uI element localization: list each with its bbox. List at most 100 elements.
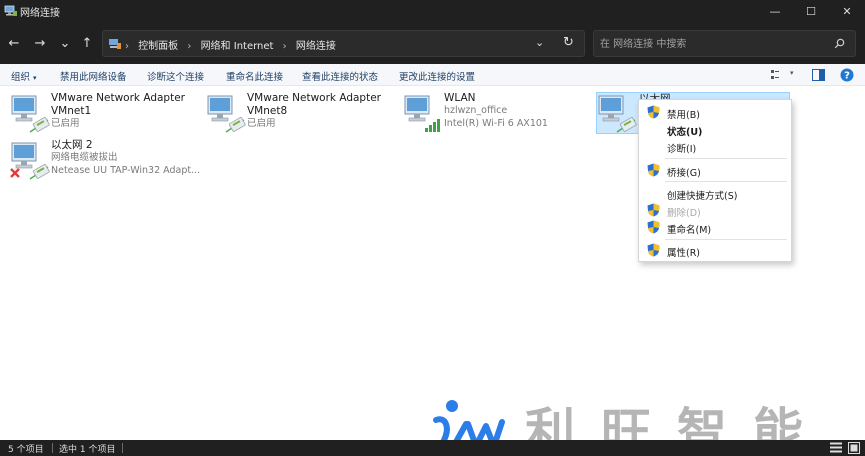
breadcrumb-separator-icon: › — [125, 41, 129, 52]
help-icon[interactable]: ? — [840, 68, 854, 82]
status-separator — [122, 443, 123, 453]
adapter-name-2: VMnet8 — [247, 105, 288, 117]
wifi-adapter-icon — [404, 95, 440, 132]
large-icons-view-icon[interactable] — [848, 442, 860, 454]
wifi-bar — [429, 125, 432, 132]
adapter-name: WLAN — [444, 92, 476, 104]
menu-item-diagnose[interactable]: 诊断(I) — [639, 138, 791, 155]
breadcrumb-network-internet[interactable]: 网络和 Internet — [201, 41, 274, 52]
breadcrumb-separator-icon: › — [282, 41, 287, 52]
breadcrumb-network-connections[interactable]: 网络连接 — [296, 41, 336, 52]
status-bar: 5 个项目 选中 1 个项目 — [0, 440, 865, 456]
menu-item-label: 创建快捷方式(S) — [667, 191, 738, 202]
uac-shield-icon — [647, 220, 660, 234]
context-menu: 禁用(B) 状态(U) 诊断(I) 桥接(G) 创建快捷方式(S) 删除(D) … — [638, 99, 792, 262]
error-x-icon — [10, 168, 20, 178]
menu-item-label: 禁用(B) — [667, 110, 700, 121]
selected-count: 选中 1 个项目 — [59, 445, 116, 455]
adapter-status: 网络电缆被拔出 — [51, 152, 118, 163]
menu-divider — [665, 181, 787, 182]
command-bar: 组织 ▾ 禁用此网络设备 诊断这个连接 重命名此连接 查看此连接的状态 更改此连… — [0, 64, 865, 86]
menu-item-delete: 删除(D) — [639, 202, 791, 219]
adapter-device: Intel(R) Wi-Fi 6 AX101 — [444, 117, 548, 129]
adapter-text: VMware Network Adapter VMnet1 已启用 — [51, 92, 185, 131]
diagnose-command[interactable]: 诊断这个连接 — [147, 69, 204, 83]
menu-item-bridge[interactable]: 桥接(G) — [639, 162, 791, 179]
adapter-text: 以太网 2 网络电缆被拔出 Netease UU TAP-Win32 Adapt… — [51, 139, 200, 177]
menu-item-label: 诊断(I) — [667, 144, 697, 155]
view-status-command[interactable]: 查看此连接的状态 — [302, 69, 378, 83]
search-input[interactable] — [600, 36, 820, 52]
menu-item-disable[interactable]: 禁用(B) — [639, 104, 791, 121]
address-dropdown-button[interactable]: ⌄ — [535, 36, 544, 49]
chevron-down-icon: ⌄ — [59, 35, 71, 51]
ethernet-adapter-icon — [207, 95, 246, 133]
disconnected-adapter-icon — [10, 142, 50, 180]
adapter-wlan[interactable]: WLAN hzlwzn_office Intel(R) Wi-Fi 6 AX10… — [403, 92, 593, 136]
organize-menu[interactable]: 组织 ▾ — [11, 69, 37, 83]
change-settings-command[interactable]: 更改此连接的设置 — [399, 69, 475, 83]
uac-shield-icon — [647, 163, 660, 177]
ethernet-adapter-icon — [11, 95, 50, 133]
adapter-network: hzlwzn_office — [444, 105, 508, 116]
breadcrumb-control-panel[interactable]: 控制面板 — [138, 41, 178, 52]
arrow-right-icon: → — [34, 35, 46, 51]
menu-item-properties[interactable]: 属性(R) — [639, 242, 791, 259]
adapter-name: VMware Network Adapter — [51, 92, 185, 104]
uac-shield-icon — [647, 243, 660, 257]
uac-shield-icon — [647, 105, 660, 119]
wifi-bar — [425, 128, 428, 132]
minimize-icon: — — [769, 4, 781, 18]
disable-device-command[interactable]: 禁用此网络设备 — [60, 69, 127, 83]
menu-item-rename[interactable]: 重命名(M) — [639, 219, 791, 236]
view-options-icon[interactable] — [771, 70, 783, 80]
status-separator — [52, 443, 53, 453]
search-box[interactable] — [593, 30, 856, 57]
preview-pane-icon[interactable] — [812, 69, 825, 81]
caret-down-icon: ▾ — [33, 74, 37, 82]
up-button[interactable]: ↑ — [76, 32, 98, 54]
menu-item-create-shortcut[interactable]: 创建快捷方式(S) — [639, 185, 791, 202]
refresh-button[interactable]: ↻ — [563, 35, 574, 50]
organize-label: 组织 — [11, 72, 31, 83]
menu-item-label: 属性(R) — [667, 248, 701, 259]
arrow-left-icon: ← — [8, 35, 20, 51]
adapter-text: WLAN hzlwzn_office Intel(R) Wi-Fi 6 AX10… — [444, 92, 548, 130]
menu-item-label: 桥接(G) — [667, 168, 701, 179]
minimize-button[interactable]: — — [757, 0, 793, 22]
title-bar: 网络连接 — ☐ ✕ — [0, 0, 865, 22]
adapter-name: VMware Network Adapter — [247, 92, 381, 104]
ethernet-adapter-icon — [598, 95, 637, 133]
adapter-name-2: VMnet1 — [51, 105, 92, 117]
address-bar[interactable]: › 控制面板 › 网络和 Internet › 网络连接 ⌄ ↻ — [102, 30, 585, 57]
uac-shield-icon — [647, 203, 660, 217]
recent-locations-button[interactable]: ⌄ — [54, 32, 76, 54]
item-count: 5 个项目 — [8, 445, 44, 455]
forward-button[interactable]: → — [29, 32, 51, 54]
close-button[interactable]: ✕ — [829, 0, 865, 22]
menu-divider — [665, 239, 787, 240]
navigation-bar: ← → ⌄ ↑ › 控制面板 › 网络和 Internet › 网络连接 ⌄ ↻ — [0, 22, 865, 64]
adapter-ethernet-2[interactable]: 以太网 2 网络电缆被拔出 Netease UU TAP-Win32 Adapt… — [10, 139, 210, 183]
menu-item-status[interactable]: 状态(U) — [639, 121, 791, 138]
window-title: 网络连接 — [20, 8, 60, 19]
back-button[interactable]: ← — [3, 32, 25, 54]
wifi-bar — [437, 119, 440, 132]
maximize-icon: ☐ — [806, 4, 816, 18]
adapter-status: 已启用 — [247, 118, 276, 129]
breadcrumb-separator-icon: › — [187, 41, 192, 52]
adapter-text: VMware Network Adapter VMnet8 已启用 — [247, 92, 381, 131]
control-panel-icon — [109, 39, 121, 49]
view-dropdown-icon[interactable]: ▾ — [790, 69, 794, 77]
adapter-vmnet1[interactable]: VMware Network Adapter VMnet1 已启用 — [10, 92, 200, 136]
adapter-vmnet8[interactable]: VMware Network Adapter VMnet8 已启用 — [206, 92, 396, 136]
rename-command[interactable]: 重命名此连接 — [226, 69, 283, 83]
adapter-name: 以太网 2 — [51, 139, 93, 151]
wifi-bar — [433, 122, 436, 132]
details-view-icon[interactable] — [830, 442, 842, 454]
search-icon — [834, 38, 845, 49]
breadcrumb: › 控制面板 › 网络和 Internet › 网络连接 — [125, 37, 342, 52]
maximize-button[interactable]: ☐ — [793, 0, 829, 22]
network-connections-icon — [4, 5, 17, 16]
adapter-status: 已启用 — [51, 118, 80, 129]
